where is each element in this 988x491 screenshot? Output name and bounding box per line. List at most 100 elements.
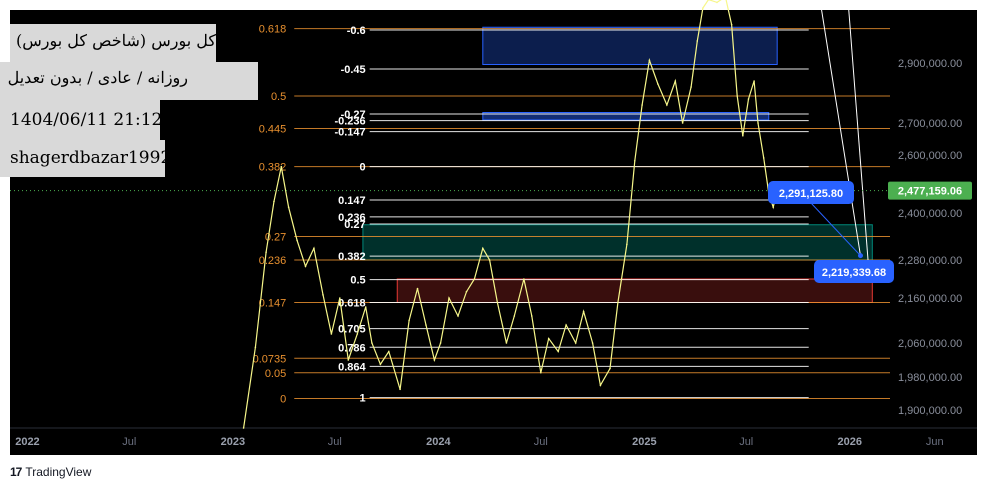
price-point	[666, 104, 668, 106]
x-tick-label: Jul	[739, 436, 753, 448]
price-point	[482, 247, 484, 250]
price-point	[425, 324, 427, 326]
price-point	[730, 23, 733, 26]
chart-area[interactable]: 0.618 0.5 0.445 0.382 0.27 0.236 0.147 0.0735 0.…	[0, 0, 988, 491]
callout-label: 2,291,125.80	[779, 188, 843, 200]
fib-right-label: 0.147	[338, 195, 366, 207]
price-point	[626, 243, 628, 246]
price-point	[388, 350, 390, 353]
price-point	[399, 388, 401, 391]
fib-right-label: -0.45	[341, 64, 366, 76]
y-tick-label: 1,900,000.00	[898, 405, 962, 417]
price-point	[339, 297, 341, 299]
price-point	[547, 337, 550, 340]
price-point	[304, 265, 307, 268]
price-point	[609, 367, 611, 370]
price-point	[591, 342, 594, 344]
price-point	[513, 315, 516, 317]
price-point	[465, 290, 468, 293]
y-tick-label: 2,600,000.00	[898, 150, 962, 162]
price-point	[681, 122, 684, 124]
price-point	[330, 333, 333, 335]
price-point	[322, 294, 324, 296]
price-point	[473, 278, 476, 280]
price-point	[716, 1, 718, 4]
fib-left-label: 0.0735	[253, 353, 287, 365]
y-tick-label: 2,400,000.00	[898, 208, 962, 220]
price-point	[379, 363, 382, 366]
price-point	[313, 247, 315, 250]
price-point	[448, 297, 450, 299]
author-label: shagerdbazar1992	[0, 140, 171, 177]
price-point	[657, 83, 659, 85]
price-point	[690, 86, 692, 88]
zone-red	[396, 278, 873, 303]
fib-right-label: 0.618	[338, 298, 366, 310]
price-point	[408, 319, 410, 322]
interval-label: روزانه / عادی / بدون تعدیل	[0, 62, 258, 100]
y-tick-label: 2,160,000.00	[898, 293, 962, 305]
price-point	[523, 278, 525, 280]
x-tick-label: Jul	[534, 436, 548, 448]
price-point	[753, 80, 755, 82]
y-tick-label: 1,980,000.00	[898, 372, 962, 384]
price-point	[280, 165, 283, 168]
price-point	[254, 346, 257, 349]
fib-left-label: 0.5	[271, 91, 286, 103]
x-tick-label: 2024	[426, 436, 451, 448]
x-tick-label: Jul	[122, 436, 136, 448]
price-point	[736, 95, 739, 97]
fib-right-label: 0.705	[338, 324, 366, 336]
price-point	[433, 359, 436, 361]
price-point	[557, 350, 560, 353]
x-tick-label: 2023	[221, 436, 245, 448]
fib-right-label: -0.147	[334, 127, 365, 139]
tradingview-mark-icon: 17	[10, 465, 22, 479]
zone-green	[362, 224, 873, 261]
tradingview-logo[interactable]: 17 TradingView	[10, 465, 91, 479]
price-point	[772, 206, 775, 208]
y-tick-label: 2,280,000.00	[898, 255, 962, 267]
fib-left-label: 0.05	[265, 368, 286, 380]
price-point	[457, 315, 459, 317]
price-point	[488, 259, 491, 261]
symbol-title: کل بورس (شاخص کل بورس)	[10, 24, 216, 62]
fib-right-label: 0.27	[344, 219, 365, 231]
fib-left-label: 0.147	[259, 298, 287, 310]
x-tick-label: 2025	[632, 436, 656, 448]
fib-left-label: 0.618	[259, 24, 287, 36]
price-point	[674, 80, 677, 82]
price-point	[287, 206, 290, 208]
price-point	[757, 122, 759, 124]
price-point	[617, 301, 619, 304]
price-point	[565, 324, 567, 326]
fib-left-label: 0.445	[259, 123, 287, 135]
price-point	[702, 7, 704, 9]
price-point	[416, 287, 419, 290]
price-point	[530, 315, 533, 317]
fib-right-label: 0	[360, 162, 366, 174]
price-point	[371, 342, 373, 344]
price-point	[347, 359, 350, 361]
y-tick-label: 2,900,000.00	[898, 58, 962, 70]
price-point	[242, 427, 245, 429]
fib-right-label: 0.382	[338, 251, 366, 263]
price-point	[742, 135, 744, 137]
fib-right-label: -0.6	[347, 25, 366, 37]
price-point	[641, 104, 643, 106]
price-point	[273, 200, 275, 203]
fib-right-label: 1	[360, 393, 366, 405]
timestamp-label: 1404/06/11 21:12	[0, 100, 162, 140]
x-tick-label: Jun	[926, 436, 944, 448]
y-tick-label: 2,700,000.00	[898, 118, 962, 130]
price-point	[574, 342, 577, 344]
callout-label: 2,219,339.68	[822, 267, 886, 279]
x-tick-label: 2022	[15, 436, 39, 448]
price-point	[296, 239, 298, 242]
price-point	[762, 157, 765, 159]
callout-anchor	[857, 253, 863, 259]
price-point	[364, 306, 367, 308]
price-point	[356, 333, 359, 335]
tradingview-brand: TradingView	[25, 465, 92, 479]
fib-left-label: 0.236	[259, 255, 287, 267]
